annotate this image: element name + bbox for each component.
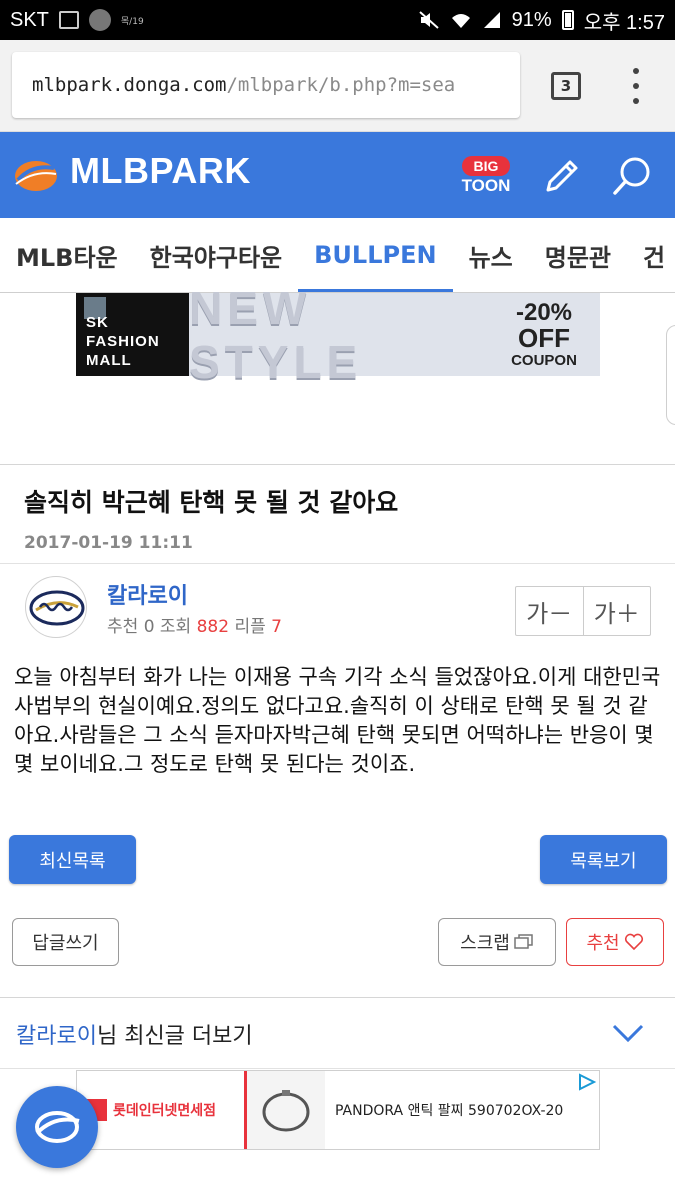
- status-bar: SKT 목/19 91% 오후 1:57: [0, 0, 675, 40]
- post-date: 2017-01-19 11:11: [24, 533, 193, 553]
- bigtoon-big: BIG: [462, 156, 510, 176]
- signal-icon: [483, 12, 500, 28]
- battery-percent: 91%: [511, 8, 552, 31]
- post-body: 오늘 아침부터 화가 나는 이재용 구속 기각 소식 들었잖아요.이게 대한민국…: [14, 665, 661, 776]
- app-notification-icon: [88, 9, 111, 31]
- scrap-button[interactable]: 스크랩: [438, 918, 556, 966]
- pencil-icon[interactable]: [540, 154, 584, 198]
- ad-store: 롯데인터넷면세점: [77, 1071, 247, 1149]
- font-larger-button[interactable]: 가＋: [582, 587, 651, 635]
- mlbpark-home-icon: [35, 1111, 80, 1143]
- gallery-notification-icon: [58, 11, 79, 29]
- url-field[interactable]: mlbpark.donga.com/mlbpark/b.php?m=sea: [12, 52, 520, 118]
- post-header: 솔직히 박근혜 탄핵 못 될 것 같아요 2017-01-19 11:11: [0, 465, 675, 564]
- replies-label: 리플: [234, 617, 266, 637]
- author-name[interactable]: 칼라로이: [107, 578, 188, 610]
- reco-label: 추천: [107, 617, 139, 637]
- clock: 오후 1:57: [583, 11, 665, 34]
- carrier-label: SKT: [10, 8, 49, 31]
- bottom-ad-banner[interactable]: 롯데인터넷면세점 PANDORA 앤틱 팔찌 590702OX-20: [76, 1070, 600, 1150]
- search-icon[interactable]: [610, 154, 654, 198]
- url-host: mlbpark.donga.com: [32, 74, 227, 96]
- ad-discount: -20%: [515, 299, 573, 326]
- scrap-icon: [514, 934, 533, 949]
- url-path: /mlbpark/b.php?m=sea: [226, 74, 456, 96]
- bigtoon-toon: TOON: [461, 176, 511, 195]
- wifi-icon: [451, 14, 470, 28]
- ad-area: SK FASHION MALL NEW STYLE -20% OFF COUPO…: [0, 282, 675, 465]
- ad-brand-panel: SK FASHION MALL: [76, 293, 189, 376]
- bracelet-image: [247, 1071, 325, 1149]
- bigtoon-button[interactable]: BIG TOON: [458, 156, 514, 198]
- tab-more[interactable]: 건: [627, 218, 675, 292]
- views-label: 조회: [159, 617, 192, 637]
- ad-brand-line1: SK: [86, 314, 109, 331]
- tab-switcher-button[interactable]: 3: [551, 72, 581, 100]
- reply-button[interactable]: 답글쓰기: [12, 918, 119, 966]
- more-author-name: 칼라로이: [16, 1024, 97, 1049]
- ad-product-name: PANDORA 앤틱 팔찌 590702OX-20: [335, 1103, 564, 1119]
- tab-hall-of-fame[interactable]: 명문관: [529, 218, 627, 292]
- notification-label: 목/19: [120, 16, 144, 27]
- home-fab-button[interactable]: [16, 1086, 98, 1168]
- post-stats: 추천 0 조회 882 리플 7: [107, 612, 282, 637]
- replies-count: 7: [271, 617, 282, 637]
- author-info: 칼라로이 추천 0 조회 882 리플 7 가－ 가＋: [0, 564, 675, 654]
- chevron-down-icon[interactable]: [610, 1020, 646, 1046]
- author-more-posts[interactable]: 칼라로이님 최신글 더보기: [0, 997, 675, 1069]
- tab-mlb-town[interactable]: MLB타운: [0, 218, 134, 292]
- bracelet-icon: [262, 1090, 310, 1132]
- overflow-menu-icon[interactable]: [628, 68, 644, 104]
- post-title: 솔직히 박근혜 탄핵 못 될 것 같아요: [24, 488, 399, 517]
- ad-banner[interactable]: SK FASHION MALL NEW STYLE -20% OFF COUPO…: [76, 282, 600, 388]
- mlbpark-logo-icon[interactable]: [10, 154, 60, 194]
- recommend-button[interactable]: 추천: [566, 918, 664, 966]
- scrap-label: 스크랩: [460, 933, 510, 954]
- reco-count: 0: [143, 617, 155, 637]
- mute-icon: [419, 11, 439, 29]
- font-smaller-button[interactable]: 가－: [516, 587, 583, 635]
- view-list-button[interactable]: 목록보기: [540, 835, 667, 884]
- more-suffix: 님 최신글 더보기: [96, 1024, 253, 1049]
- side-scroll-handle[interactable]: [666, 325, 675, 425]
- browser-toolbar: mlbpark.donga.com/mlbpark/b.php?m=sea 3: [0, 40, 675, 132]
- latest-list-button[interactable]: 최신목록: [9, 835, 136, 884]
- ad-coupon-panel: -20% OFF COUPON: [488, 293, 600, 376]
- more-posts-label: 칼라로이님 최신글 더보기: [16, 1018, 253, 1050]
- ad-headline: NEW STYLE: [189, 282, 488, 388]
- ad-brand-line2: FASHION: [86, 333, 160, 350]
- ad-off: OFF: [518, 323, 570, 353]
- font-size-controls: 가－ 가＋: [515, 586, 651, 636]
- ad-store-name: 롯데인터넷면세점: [113, 1103, 217, 1119]
- recommend-label: 추천: [586, 933, 620, 954]
- site-logo-text[interactable]: MLBPARK: [70, 150, 251, 192]
- site-header: MLBPARK BIG TOON: [0, 132, 675, 218]
- ad-choices-icon[interactable]: [577, 1073, 597, 1091]
- views-count: 882: [196, 617, 230, 637]
- ad-coupon: COUPON: [511, 352, 577, 369]
- brewers-logo-icon: [29, 590, 85, 626]
- avatar[interactable]: [25, 576, 87, 638]
- ad-brand-line3: MALL: [86, 352, 132, 369]
- battery-icon: [561, 10, 574, 30]
- heart-icon: [624, 933, 643, 951]
